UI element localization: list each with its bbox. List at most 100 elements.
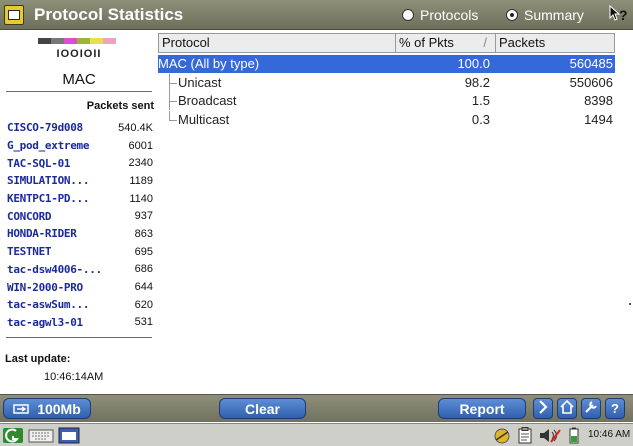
host-packet-count: 1189: [129, 174, 153, 187]
cell-pct-of-pkts: 100.0: [457, 56, 490, 71]
cell-packets: 550606: [569, 74, 613, 90]
title-bar: Protocol Statistics Protocols Summary ?: [0, 0, 633, 30]
tree-connector-line: [169, 119, 177, 121]
cell-protocol: MAC (All by type): [158, 55, 395, 73]
battery-icon[interactable]: [568, 427, 580, 444]
cell-pct-of-pkts: 0.3: [471, 111, 490, 127]
system-taskbar: 10:46 AM: [0, 423, 633, 446]
cell-pct-of-pkts: 1.5: [471, 93, 490, 109]
host-name-link[interactable]: CISCO-79d008: [7, 121, 83, 134]
sort-indicator-icon: /: [483, 35, 487, 50]
column-pct-of-pkts-label: % of Pkts: [399, 35, 454, 50]
divider: [6, 337, 152, 338]
host-packet-count: 2340: [128, 157, 153, 170]
table-row[interactable]: Broadcast 1.5 8398: [158, 92, 615, 111]
table-row[interactable]: Unicast 98.2 550606: [158, 73, 615, 92]
host-name-link[interactable]: tac-dsw4006-...: [7, 263, 102, 276]
host-name-link[interactable]: TESTNET: [7, 245, 51, 258]
host-packet-count: 863: [134, 227, 153, 240]
view-option-summary[interactable]: Summary: [506, 7, 584, 23]
host-summary-panel: IOOIOII MAC Packets sent CISCO-79d008 540…: [0, 31, 158, 393]
color-bar-segment: [51, 38, 64, 44]
host-row[interactable]: G_pod_extreme 6001: [7, 137, 155, 155]
host-row[interactable]: tac-aswSum... 620: [7, 296, 155, 314]
host-list: CISCO-79d008 540.4K G_pod_extreme 6001 TAC-S…: [7, 119, 155, 331]
speed-label: 100Mb: [37, 401, 81, 417]
host-packet-count: 6001: [128, 139, 153, 152]
scroll-marker: [629, 303, 631, 305]
table-row[interactable]: MAC (All by type) 100.0 560485: [158, 55, 615, 73]
view-option-summary-label: Summary: [524, 7, 584, 23]
report-button[interactable]: Report: [438, 398, 526, 419]
transfer-icon[interactable]: [533, 398, 553, 419]
host-name-link[interactable]: tac-agwl3-01: [7, 316, 83, 329]
host-name-link[interactable]: G_pod_extreme: [7, 139, 89, 152]
cell-packets: 1494: [584, 111, 613, 127]
host-row[interactable]: WIN-2000-PRO 644: [7, 278, 155, 296]
tools-icon[interactable]: [581, 398, 601, 419]
host-name-link[interactable]: HONDA-RIDER: [7, 227, 77, 240]
protocol-table: Protocol % of Pkts / Packets MAC (All by…: [158, 31, 633, 393]
packets-sent-header: Packets sent: [86, 100, 154, 112]
color-bar-segment: [90, 38, 103, 44]
host-row[interactable]: KENTPC1-PD... 1140: [7, 190, 155, 208]
table-header: Protocol % of Pkts / Packets: [158, 33, 615, 53]
mac-label: MAC: [62, 71, 96, 88]
help-icon[interactable]: ?: [605, 398, 625, 419]
app-window-icon[interactable]: [4, 5, 24, 25]
column-packets[interactable]: Packets: [496, 34, 614, 52]
window-icon[interactable]: [58, 427, 80, 444]
cell-protocol: Unicast: [158, 73, 395, 92]
host-packet-count: 540.4K: [118, 121, 153, 134]
host-row[interactable]: tac-dsw4006-... 686: [7, 261, 155, 279]
start-icon[interactable]: [2, 427, 24, 444]
volume-icon[interactable]: [538, 427, 562, 444]
color-bar-segment: [64, 38, 77, 44]
host-packet-count: 531: [134, 316, 153, 329]
speed-button[interactable]: 100Mb: [3, 398, 91, 419]
host-name-link[interactable]: CONCORD: [7, 210, 51, 223]
host-packet-count: 620: [134, 298, 153, 311]
svg-text:?: ?: [619, 7, 628, 23]
protocol-name: Unicast: [178, 74, 222, 90]
network-icon[interactable]: [492, 427, 512, 444]
host-row[interactable]: tac-agwl3-01 531: [7, 314, 155, 332]
mac-color-bar: [38, 38, 116, 44]
view-option-protocols-label: Protocols: [420, 7, 479, 23]
host-row[interactable]: TAC-SQL-01 2340: [7, 154, 155, 172]
host-row[interactable]: CONCORD 937: [7, 207, 155, 225]
cell-packets: 8398: [584, 93, 613, 109]
host-row[interactable]: CISCO-79d008 540.4K: [7, 119, 155, 137]
clipboard-icon[interactable]: [516, 427, 534, 444]
bottom-toolbar: 100Mb Clear Report ?: [0, 394, 633, 422]
host-packet-count: 644: [134, 281, 153, 294]
host-row[interactable]: SIMULATION... 1189: [7, 172, 155, 190]
host-name-link[interactable]: SIMULATION...: [7, 174, 89, 187]
column-pct-of-pkts[interactable]: % of Pkts /: [396, 34, 496, 52]
color-bar-segment: [103, 38, 116, 44]
host-name-link[interactable]: TAC-SQL-01: [7, 157, 70, 170]
divider: [6, 91, 152, 92]
tree-connector-line: [169, 110, 170, 120]
table-row[interactable]: Multicast 0.3 1494: [158, 110, 615, 129]
last-update-label: Last update:: [5, 353, 71, 365]
column-protocol[interactable]: Protocol: [159, 34, 396, 52]
context-help-icon[interactable]: ?: [608, 4, 628, 29]
link-speed-icon: [13, 400, 29, 420]
host-name-link[interactable]: WIN-2000-PRO: [7, 281, 83, 294]
clear-button[interactable]: Clear: [219, 398, 306, 419]
cell-protocol: Broadcast: [158, 92, 395, 111]
radio-protocols-icon[interactable]: [402, 9, 414, 21]
home-icon[interactable]: [557, 398, 577, 419]
taskbar-clock: 10:46 AM: [588, 429, 631, 440]
color-bar-segment: [77, 38, 90, 44]
host-name-link[interactable]: KENTPC1-PD...: [7, 192, 89, 205]
host-row[interactable]: TESTNET 695: [7, 243, 155, 261]
view-option-protocols[interactable]: Protocols: [402, 7, 478, 23]
radio-summary-icon[interactable]: [506, 9, 518, 21]
host-row[interactable]: HONDA-RIDER 863: [7, 225, 155, 243]
keyboard-icon[interactable]: [28, 427, 54, 444]
cell-protocol: Multicast: [158, 110, 395, 129]
host-name-link[interactable]: tac-aswSum...: [7, 298, 89, 311]
host-packet-count: 937: [134, 210, 153, 223]
